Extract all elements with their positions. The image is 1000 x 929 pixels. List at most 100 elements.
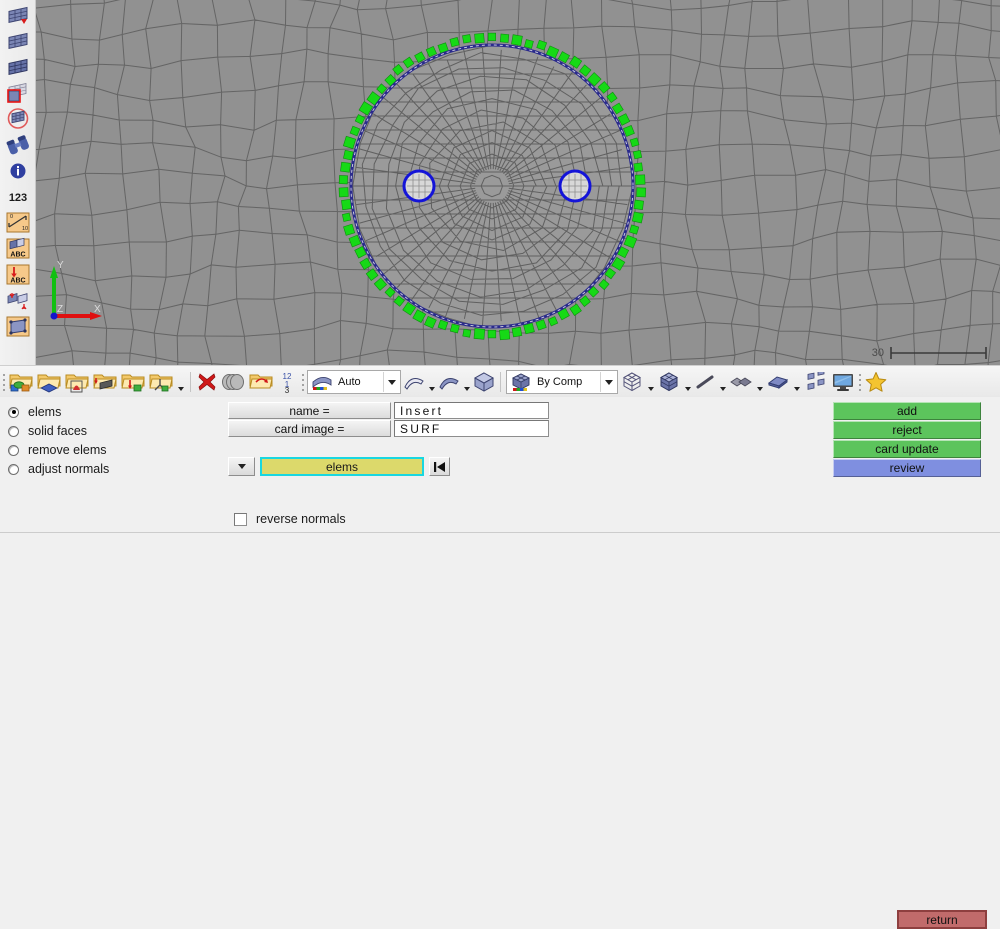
star-icon[interactable] xyxy=(863,368,889,396)
review-button[interactable]: review xyxy=(833,459,981,477)
reject-button[interactable]: reject xyxy=(833,421,981,439)
reverse-normals-checkbox[interactable] xyxy=(234,512,247,526)
chevron-down-icon[interactable] xyxy=(383,372,400,392)
left-vertical-toolbar: 123 0 10 ABC ABC xyxy=(0,0,36,365)
reset-selection-button[interactable] xyxy=(429,457,450,476)
mesh-select-icon[interactable] xyxy=(3,80,33,105)
monitor-icon[interactable] xyxy=(830,368,856,396)
chevron-down-icon[interactable] xyxy=(682,369,693,395)
material-folder-icon[interactable] xyxy=(63,368,91,396)
return-button[interactable]: return xyxy=(897,910,987,929)
load-collector-folder-icon[interactable] xyxy=(91,368,119,396)
property-folder-icon[interactable] xyxy=(35,368,63,396)
chevron-down-icon[interactable] xyxy=(175,369,186,395)
selected-element xyxy=(499,33,510,43)
chevron-down-icon[interactable] xyxy=(600,372,617,392)
mesh-lines-icon[interactable] xyxy=(728,368,754,396)
solid-cube-icon[interactable] xyxy=(472,368,496,396)
selected-element xyxy=(487,329,497,339)
selected-element xyxy=(462,328,472,338)
system-collector-folder-icon[interactable] xyxy=(119,368,147,396)
info-icon[interactable] xyxy=(3,158,33,183)
mesh-shaded-icon[interactable] xyxy=(3,54,33,79)
selector-dropdown-button[interactable] xyxy=(228,457,255,476)
chevron-down-icon[interactable] xyxy=(717,369,728,395)
assembly-icon[interactable] xyxy=(804,368,830,396)
selected-element xyxy=(338,187,349,198)
selected-element xyxy=(523,322,535,335)
wireframe-cube-icon[interactable] xyxy=(619,368,645,396)
radio-solid-faces-label: solid faces xyxy=(28,424,88,438)
toolbar-grip[interactable] xyxy=(0,369,7,395)
selected-element xyxy=(338,175,348,185)
selected-element xyxy=(340,161,351,173)
delete-icon[interactable] xyxy=(195,368,219,396)
chevron-down-icon[interactable] xyxy=(426,369,437,395)
radio-remove-elems-label: remove elems xyxy=(28,443,107,457)
reverse-normals-row[interactable]: reverse normals xyxy=(234,512,346,526)
vector-collector-folder-icon[interactable] xyxy=(147,368,175,396)
radio-adjust-normals[interactable]: adjust normals xyxy=(8,460,188,478)
command-panel: elems solid faces remove elems adjust no… xyxy=(0,397,1000,929)
chevron-down-icon[interactable] xyxy=(645,369,656,395)
radio-elems-indicator[interactable] xyxy=(8,406,19,418)
radio-solid-faces-indicator[interactable] xyxy=(8,425,19,437)
numbering-icon[interactable]: 12 1 3 xyxy=(275,368,299,396)
selected-element xyxy=(449,323,460,334)
name-input[interactable]: Insert xyxy=(394,402,549,419)
line-icon[interactable] xyxy=(693,368,717,396)
numbers-icon[interactable]: 123 xyxy=(3,184,33,209)
renumber-folder-icon[interactable] xyxy=(247,368,275,396)
radio-remove-elems-indicator[interactable] xyxy=(8,444,19,456)
mesh-circle-icon[interactable] xyxy=(3,106,33,131)
abc-label-icon[interactable]: ABC xyxy=(3,236,33,261)
card-image-input[interactable]: SURF xyxy=(394,420,549,437)
mesh-mode-dropdown[interactable]: Auto xyxy=(307,370,401,394)
add-button[interactable]: add xyxy=(833,402,981,420)
svg-text:ABC: ABC xyxy=(10,252,25,259)
selected-element xyxy=(473,328,486,340)
chevron-down-icon[interactable] xyxy=(791,369,802,395)
selected-element xyxy=(499,329,511,341)
color-cube-icon xyxy=(507,372,534,392)
toolbar-grip-3[interactable] xyxy=(856,369,863,395)
organize-icon[interactable] xyxy=(219,368,247,396)
toolbar-grip-2[interactable] xyxy=(299,369,306,395)
chevron-down-icon[interactable] xyxy=(754,369,765,395)
selected-element xyxy=(511,34,523,46)
mesh-wireframe-icon[interactable] xyxy=(3,28,33,53)
radio-elems[interactable]: elems xyxy=(8,403,188,421)
surface-shaded-icon[interactable] xyxy=(437,368,461,396)
color-mode-value: By Comp xyxy=(537,376,583,388)
card-update-button[interactable]: card update xyxy=(833,440,981,458)
graphics-viewport[interactable]: Y X Z 30 xyxy=(36,0,1000,365)
binoculars-icon[interactable] xyxy=(3,132,33,157)
selected-element xyxy=(632,149,643,160)
translate-icon[interactable] xyxy=(3,288,33,313)
toolbar-separator-2 xyxy=(500,372,501,392)
elems-selector[interactable]: elems xyxy=(260,457,424,476)
toolbar-separator xyxy=(190,372,191,392)
abc-arrow-icon[interactable]: ABC xyxy=(3,262,33,287)
surface-plate-icon[interactable] xyxy=(765,368,791,396)
color-mode-dropdown[interactable]: By Comp xyxy=(506,370,618,394)
svg-text:123: 123 xyxy=(8,192,26,204)
mesh-display-icon[interactable] xyxy=(3,2,33,27)
radio-remove-elems[interactable]: remove elems xyxy=(8,441,188,459)
selected-element xyxy=(449,36,460,48)
radio-adjust-normals-indicator[interactable] xyxy=(8,463,19,475)
card-image-label-button[interactable]: card image = xyxy=(228,420,391,437)
component-folder-icon[interactable] xyxy=(7,368,35,396)
measure-icon[interactable]: 0 10 xyxy=(3,210,33,235)
surface-curve-icon[interactable] xyxy=(402,368,426,396)
chevron-down-icon[interactable] xyxy=(461,369,472,395)
shaded-cube-icon[interactable] xyxy=(656,368,682,396)
surface-icon[interactable] xyxy=(3,314,33,339)
name-label-button[interactable]: name = xyxy=(228,402,391,419)
radio-solid-faces[interactable]: solid faces xyxy=(8,422,188,440)
selected-element xyxy=(474,32,485,44)
svg-text:0: 0 xyxy=(10,214,13,220)
svg-text:ABC: ABC xyxy=(10,278,25,285)
mesh-mode-value: Auto xyxy=(338,376,361,388)
svg-text:Y: Y xyxy=(57,260,64,271)
